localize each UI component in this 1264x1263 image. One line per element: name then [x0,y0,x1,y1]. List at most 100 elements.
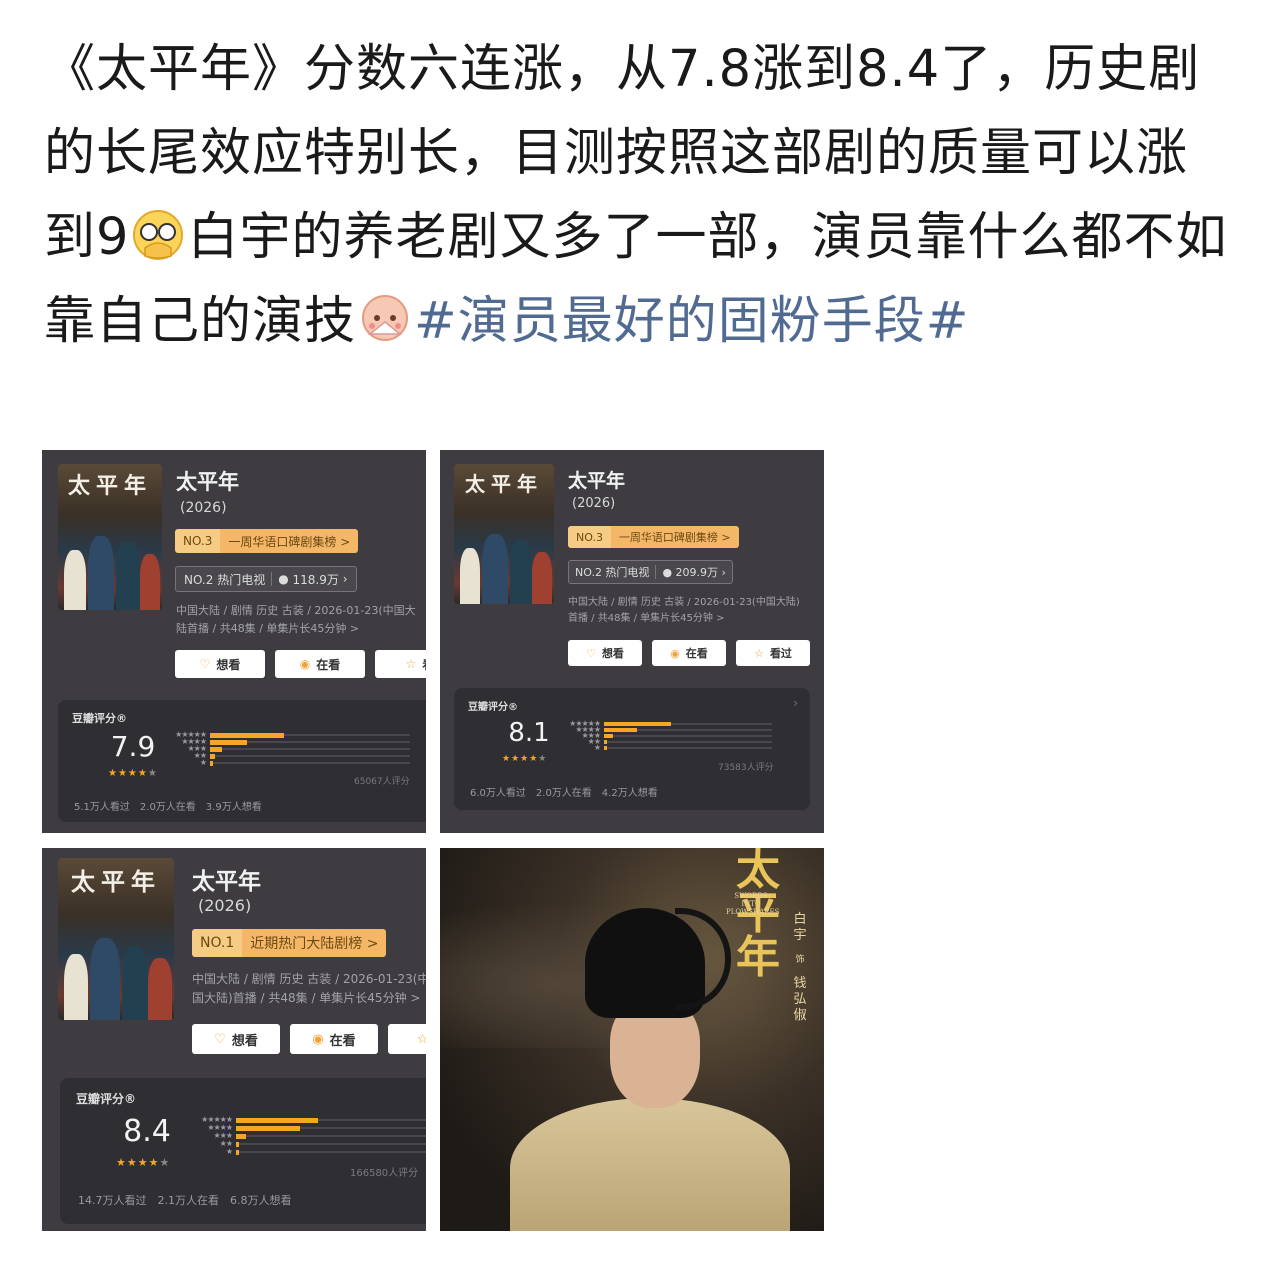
robed-figure [510,1098,790,1231]
rating-bar-track [236,1135,426,1137]
hot-rank: NO.2 热门电视 [575,566,650,579]
heart-icon: ♡ [199,657,211,671]
rank-label: 近期热门大陆剧榜 > [242,929,387,957]
drama-poster: 太平年 [58,858,174,1020]
douban-screenshot-3[interactable]: 太平年 太平年 (2026) NO.1 近期热门大陆剧榜 > 中国大陆 / 剧情… [42,848,426,1231]
rating-bar [210,733,285,738]
drama-year: (2026) [198,896,252,915]
target-icon: ◉ [670,646,680,660]
watched-button[interactable]: ☆看 [388,1024,426,1054]
watch-stats: 6.0万人看过 2.0万人在看 4.2万人想看 [470,788,658,799]
poster-title: 太平年 [71,867,161,896]
target-icon: ◉ [312,1031,324,1047]
douban-rating-panel[interactable]: 豆瓣评分® 8.4 ★★★★★ 166580人评分 14.7万人看过 2.1万人… [60,1078,426,1224]
rank-label: 一周华语口碑剧集榜 > [220,529,359,553]
rating-bar-track [236,1143,426,1145]
want-to-watch-button[interactable]: ♡ 想看 [568,640,642,666]
fire-icon: ● [662,565,673,579]
rating-stars: ★★★★★ [108,768,158,779]
star-row-label: ★ [593,743,601,752]
fire-icon: ● [278,572,289,586]
douban-rating-panel[interactable]: 豆瓣评分® › 8.1 ★★★★★ 73583人评分 6.0万人看过 2.0万人… [454,688,810,810]
heart-icon: ♡ [586,646,596,660]
douban-screenshot-2[interactable]: 太平年 太平年 (2026) NO.3 一周华语口碑剧集榜 > NO.2 热门电… [440,450,824,833]
drama-title: 太平年 [568,470,626,492]
post-text: 《太平年》分数六连涨，从7.8涨到8.4了，历史剧的长尾效应特别长，目测按照这部… [44,28,1234,364]
want-to-watch-button[interactable]: ♡ 想看 [175,650,265,678]
rating-stars: ★★★★★ [116,1156,171,1169]
rating-bar [604,728,638,732]
rating-count: 65067人评分 [354,777,410,787]
hot-count: 118.9万 [292,572,339,587]
douban-rating-panel[interactable]: 豆瓣评分® 7.9 ★★★★★ 65067人评分 5.1万人看过 2.0万人在看… [58,700,426,822]
promo-english-title: SWORDS INTO PLOWSHARES [726,892,780,916]
star-row-label: ★ [199,758,207,767]
rank-badge[interactable]: NO.3 一周华语口碑剧集榜 > [568,526,739,548]
rating-bar [236,1118,319,1123]
shy-fan-emoji-icon [358,288,412,342]
watching-button[interactable]: ◉ 在看 [290,1024,378,1054]
drama-poster: 太平年 [58,464,162,610]
rank-label: 一周华语口碑剧集榜 > [610,526,739,548]
watching-button[interactable]: ◉ 在看 [652,640,726,666]
hot-badge[interactable]: NO.2 热门电视 ● 209.9万 › [568,560,733,584]
facepalm-emoji-icon [131,204,185,260]
rating-bar [604,746,607,750]
rating-bar-track [604,735,772,737]
drama-year: (2026) [180,500,227,516]
role-name: 钱弘俶 [793,976,807,1023]
watch-stats: 5.1万人看过 2.0万人在看 3.9万人想看 [74,802,262,813]
rating-score: 8.4 [123,1114,171,1149]
drama-meta: 中国大陆 / 剧情 历史 古装 / 2026-01-23(中国大陆首播 / 共4… [176,604,416,635]
rating-bar [604,740,608,744]
promo-still-image[interactable]: 太平年 SWORDS INTO PLOWSHARES 白宇 饰 钱弘俶 [440,848,824,1231]
rating-bar-track [210,748,410,750]
chevron-right-icon: › [721,565,726,579]
watched-button[interactable]: ☆看 [375,650,426,678]
rating-bar-track [210,755,410,757]
rank-number: NO.3 [568,526,611,548]
rating-stars: ★★★★★ [502,754,548,764]
star-row-label: ★ [225,1147,233,1156]
hot-badge[interactable]: NO.2 热门电视 ● 118.9万 › [175,566,357,592]
hashtag-link[interactable]: #演员最好的固粉手段# [414,292,969,351]
rating-bar [236,1134,247,1139]
poster-title: 太平年 [465,472,543,496]
rating-bar-track [604,747,772,749]
actor-name: 白宇 [793,912,807,943]
rating-count: 73583人评分 [718,763,774,773]
rating-label: 豆瓣评分® [72,712,127,725]
want-to-watch-button[interactable]: ♡ 想看 [192,1024,280,1054]
rank-number: NO.1 [192,929,243,957]
rating-bar [236,1150,239,1155]
rating-bar [604,734,614,738]
drama-title: 太平年 [192,869,261,895]
rating-bar-track [210,762,410,764]
rank-number: NO.3 [175,529,221,553]
drama-meta: 中国大陆 / 剧情 历史 古装 / 2026-01-23(中国大陆)首播 / 共… [568,597,800,624]
heart-icon: ♡ [214,1031,226,1047]
role-prefix: 饰 [795,955,805,965]
rating-bar [210,747,222,752]
rank-badge[interactable]: NO.3 一周华语口碑剧集榜 > [175,529,359,553]
douban-screenshot-1[interactable]: 太平年 太平年 (2026) NO.3 一周华语口碑剧集榜 > NO.2 热门电… [42,450,426,833]
chevron-right-icon[interactable]: › [793,696,798,710]
chevron-right-icon: › [342,572,348,586]
poster-title: 太平年 [67,473,152,499]
drama-title: 太平年 [176,470,239,494]
drama-meta: 中国大陆 / 剧情 历史 古装 / 2026-01-23(中国大陆)首播 / 共… [192,972,426,1006]
rank-badge[interactable]: NO.1 近期热门大陆剧榜 > [192,929,387,957]
rating-bar-track [604,741,772,743]
watched-button[interactable]: ☆ 看过 [736,640,810,666]
rating-bar [210,754,215,759]
rating-bar [604,722,671,726]
hot-count: 209.9万 [675,566,719,579]
target-icon: ◉ [299,657,311,671]
rating-bar [236,1126,300,1131]
rating-bar [210,761,213,766]
rating-bar [210,740,248,745]
watching-button[interactable]: ◉ 在看 [275,650,365,678]
drama-poster: 太平年 [454,464,554,604]
rating-count: 166580人评分 [350,1168,419,1179]
star-icon: ☆ [416,1031,426,1047]
